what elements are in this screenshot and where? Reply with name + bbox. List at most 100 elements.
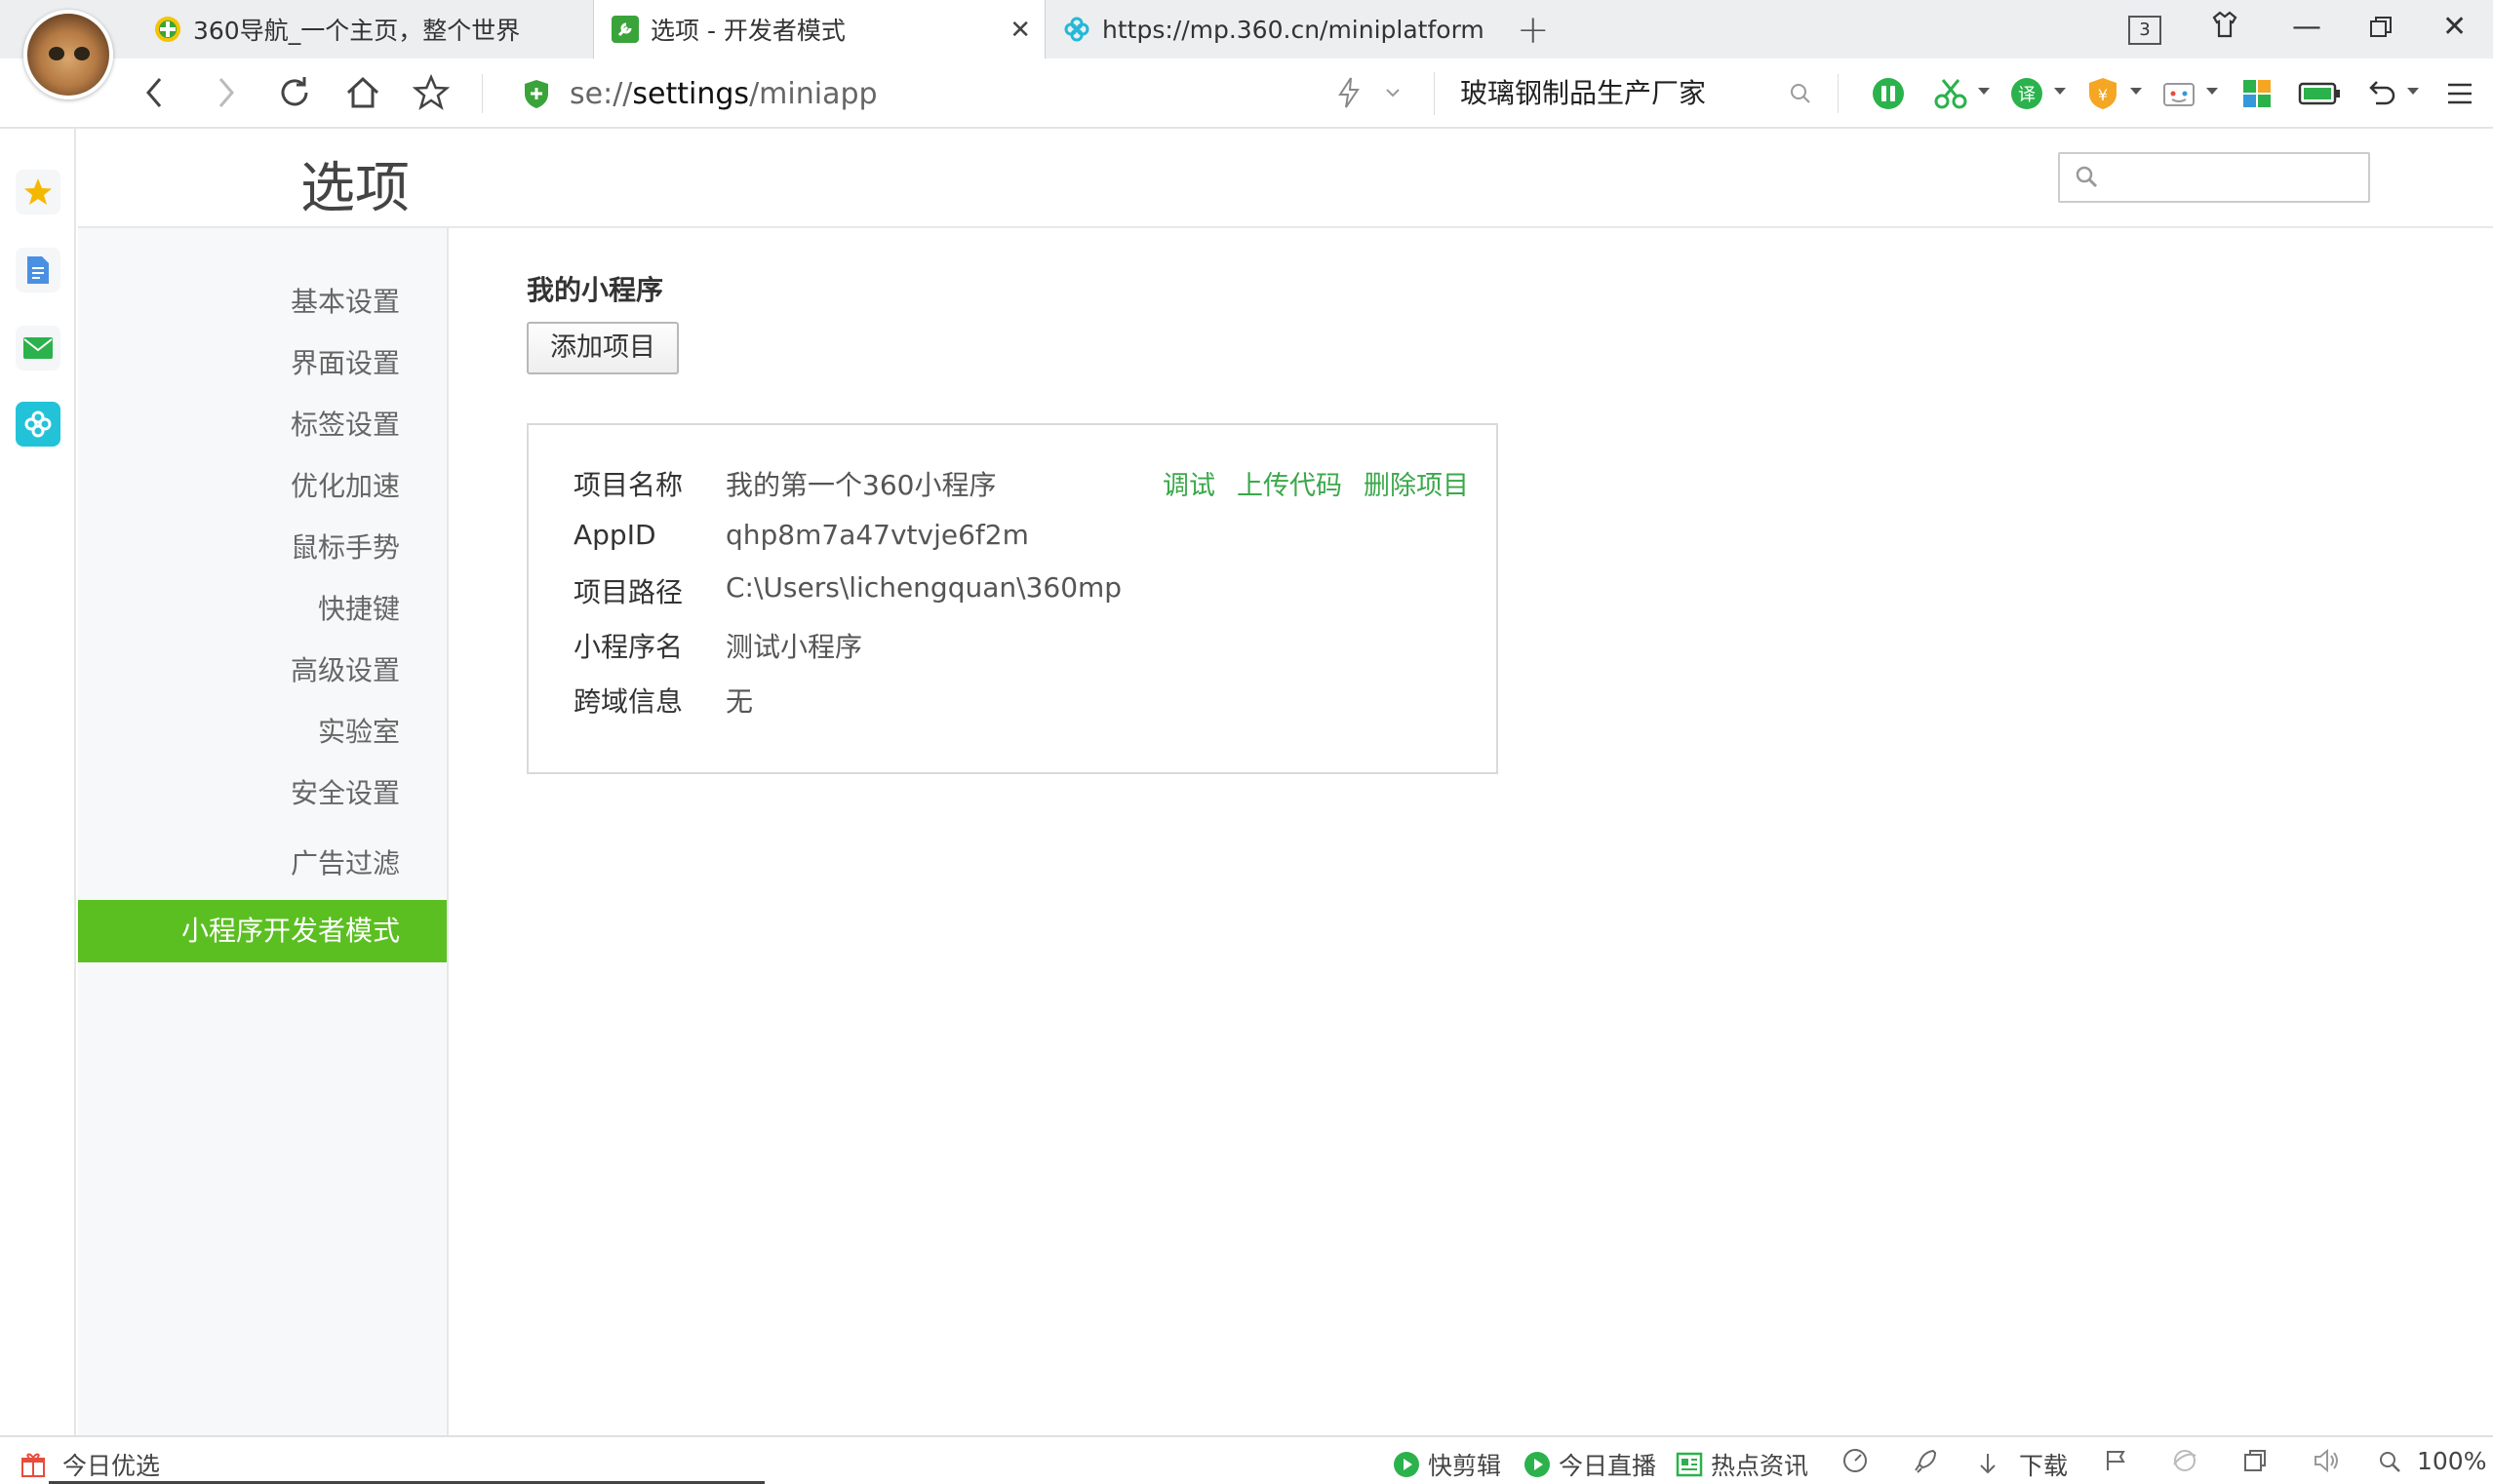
favorite-star-icon[interactable] (412, 70, 451, 115)
label-project-name: 项目名称 (574, 469, 684, 501)
search-icon[interactable] (1789, 72, 1812, 129)
forward-icon[interactable] (211, 70, 240, 115)
menu-icon[interactable] (2442, 76, 2477, 111)
menu-item-miniapp-dev[interactable]: 小程序开发者模式 (78, 900, 447, 962)
daily-picks[interactable]: 今日优选 (20, 1447, 160, 1482)
project-name-row: 项目名称 我的第一个360小程序 (574, 464, 996, 503)
value-project-name: 我的第一个360小程序 (726, 469, 997, 501)
settings-content: 我的小程序 添加项目 项目名称 我的第一个360小程序 AppID qhp8m7… (451, 228, 2493, 1435)
menu-item-shortcuts[interactable]: 快捷键 (318, 588, 400, 627)
appid-row: AppID qhp8m7a47vtvje6f2m (574, 519, 1029, 551)
zoom[interactable]: 100% (2376, 1447, 2486, 1475)
favorites-star-icon[interactable] (16, 170, 60, 215)
menu-item-lab[interactable]: 实验室 (318, 711, 400, 750)
gift-icon (20, 1451, 47, 1478)
game-icon[interactable] (2161, 76, 2196, 111)
settings-menu: 基本设置 界面设置 标签设置 优化加速 鼠标手势 快捷键 高级设置 实验室 安全… (78, 228, 449, 1435)
address-bar[interactable]: se://settings/miniapp (523, 68, 878, 119)
menu-item-gestures[interactable]: 鼠标手势 (291, 527, 400, 566)
mail-icon[interactable] (16, 326, 60, 371)
menu-item-tabs[interactable]: 标签设置 (291, 404, 400, 443)
restore-button[interactable] (2368, 14, 2394, 48)
menu-item-advanced[interactable]: 高级设置 (291, 649, 400, 688)
minimize-button[interactable]: — (2292, 10, 2321, 44)
tab-title: https://mp.360.cn/miniplatform (1102, 15, 1484, 44)
ie-compat-icon[interactable] (2171, 1447, 2198, 1474)
value-appid: qhp8m7a47vtvje6f2m (726, 519, 1029, 551)
label-cors: 跨域信息 (574, 685, 684, 718)
quick-edit[interactable]: 快剪辑 (1393, 1447, 1501, 1482)
skin-icon[interactable] (2210, 10, 2239, 47)
new-tab-button[interactable]: + (1517, 8, 1550, 53)
close-tab-icon[interactable]: ✕ (1009, 16, 1031, 45)
menu-item-security[interactable]: 安全设置 (291, 772, 400, 811)
translate-icon[interactable]: 译 (2009, 76, 2044, 111)
wrench-icon (612, 16, 639, 43)
value-project-path: C:\Users\lichengquan\360mp (726, 571, 1123, 604)
back-icon[interactable] (140, 70, 170, 115)
wallet-shield-icon[interactable]: ¥ (2085, 76, 2120, 111)
speed-mode-icon[interactable] (1336, 70, 1362, 115)
menu-item-basic[interactable]: 基本设置 (291, 281, 400, 320)
tab-options-active[interactable]: 选项 - 开发者模式 ✕ (593, 0, 1046, 59)
reload-icon[interactable] (275, 70, 314, 115)
news-icon (1676, 1451, 1703, 1478)
screenshot-scissors-icon[interactable] (1933, 76, 1968, 111)
page-title: 选项 (300, 157, 410, 220)
tab-miniplatform[interactable]: https://mp.360.cn/miniplatform (1063, 0, 1492, 59)
window-icon[interactable] (2241, 1447, 2269, 1474)
today-live[interactable]: 今日直播 (1524, 1447, 1656, 1482)
speedometer-icon[interactable] (1841, 1447, 1869, 1474)
user-avatar[interactable] (23, 10, 113, 99)
search-query: 玻璃钢制品生产厂家 (1460, 77, 1707, 109)
tab-360-nav[interactable]: 360导航_一个主页，整个世界 (154, 0, 587, 59)
svg-text:译: 译 (2018, 85, 2036, 105)
settings-search-input[interactable] (2058, 152, 2370, 203)
hot-news[interactable]: 热点资讯 (1676, 1447, 1808, 1482)
chevron-down-icon[interactable] (1383, 70, 1403, 115)
notes-document-icon[interactable] (16, 248, 60, 293)
miniapp-icon (1063, 16, 1090, 43)
search-input[interactable]: 玻璃钢制品生产厂家 (1434, 72, 1824, 115)
apps-grid-icon[interactable] (2239, 76, 2275, 111)
home-icon[interactable] (343, 70, 382, 115)
live-play-icon (1524, 1451, 1551, 1478)
zoom-icon (2376, 1448, 2403, 1475)
undo-close-icon[interactable] (2364, 76, 2399, 111)
upload-code-link[interactable]: 上传代码 (1237, 464, 1342, 502)
value-miniapp-name: 测试小程序 (726, 631, 863, 663)
battery-saver-icon[interactable] (2298, 76, 2341, 111)
label-project-path: 项目路径 (574, 576, 684, 608)
miniapp-name-row: 小程序名 测试小程序 (574, 626, 862, 665)
volume-icon[interactable] (2312, 1447, 2341, 1474)
add-project-button[interactable]: 添加项目 (527, 322, 679, 374)
settings-header: 选项 (78, 129, 2493, 228)
tab-title: 选项 - 开发者模式 (651, 17, 846, 45)
delete-project-link[interactable]: 删除项目 (1364, 464, 1469, 502)
tab-strip: 360导航_一个主页，整个世界 选项 - 开发者模式 ✕ https://mp.… (0, 0, 2493, 59)
360-nav-icon (154, 16, 181, 43)
project-path-row: 项目路径 C:\Users\lichengquan\360mp (574, 571, 1122, 610)
project-actions: 调试 上传代码 删除项目 (1163, 464, 1469, 502)
secure-shield-icon (525, 80, 548, 108)
section-title: 我的小程序 (527, 274, 664, 306)
rocket-icon[interactable] (1912, 1447, 1939, 1474)
tab-count-badge[interactable]: 3 (2128, 16, 2161, 45)
debug-link[interactable]: 调试 (1163, 464, 1215, 502)
value-cors: 无 (726, 685, 754, 718)
navigation-bar: se://settings/miniapp 玻璃钢制品生产厂家 译 ¥ (0, 59, 2493, 129)
url-path: /miniapp (749, 76, 878, 111)
flag-icon[interactable] (2103, 1447, 2130, 1474)
download[interactable]: 下载 (1974, 1447, 2068, 1482)
svg-text:¥: ¥ (2098, 86, 2108, 104)
today-live-label: 今日直播 (1559, 1452, 1657, 1480)
reader-icon[interactable] (1871, 76, 1906, 111)
menu-item-interface[interactable]: 界面设置 (291, 342, 400, 381)
menu-item-optimize[interactable]: 优化加速 (291, 465, 400, 504)
menu-item-adblock[interactable]: 广告过滤 (291, 842, 400, 881)
miniapp-sidebar-icon[interactable] (16, 402, 60, 447)
search-icon (2076, 166, 2098, 188)
close-window-button[interactable]: ✕ (2442, 10, 2467, 44)
label-appid: AppID (574, 519, 656, 551)
daily-picks-label: 今日优选 (62, 1452, 161, 1480)
